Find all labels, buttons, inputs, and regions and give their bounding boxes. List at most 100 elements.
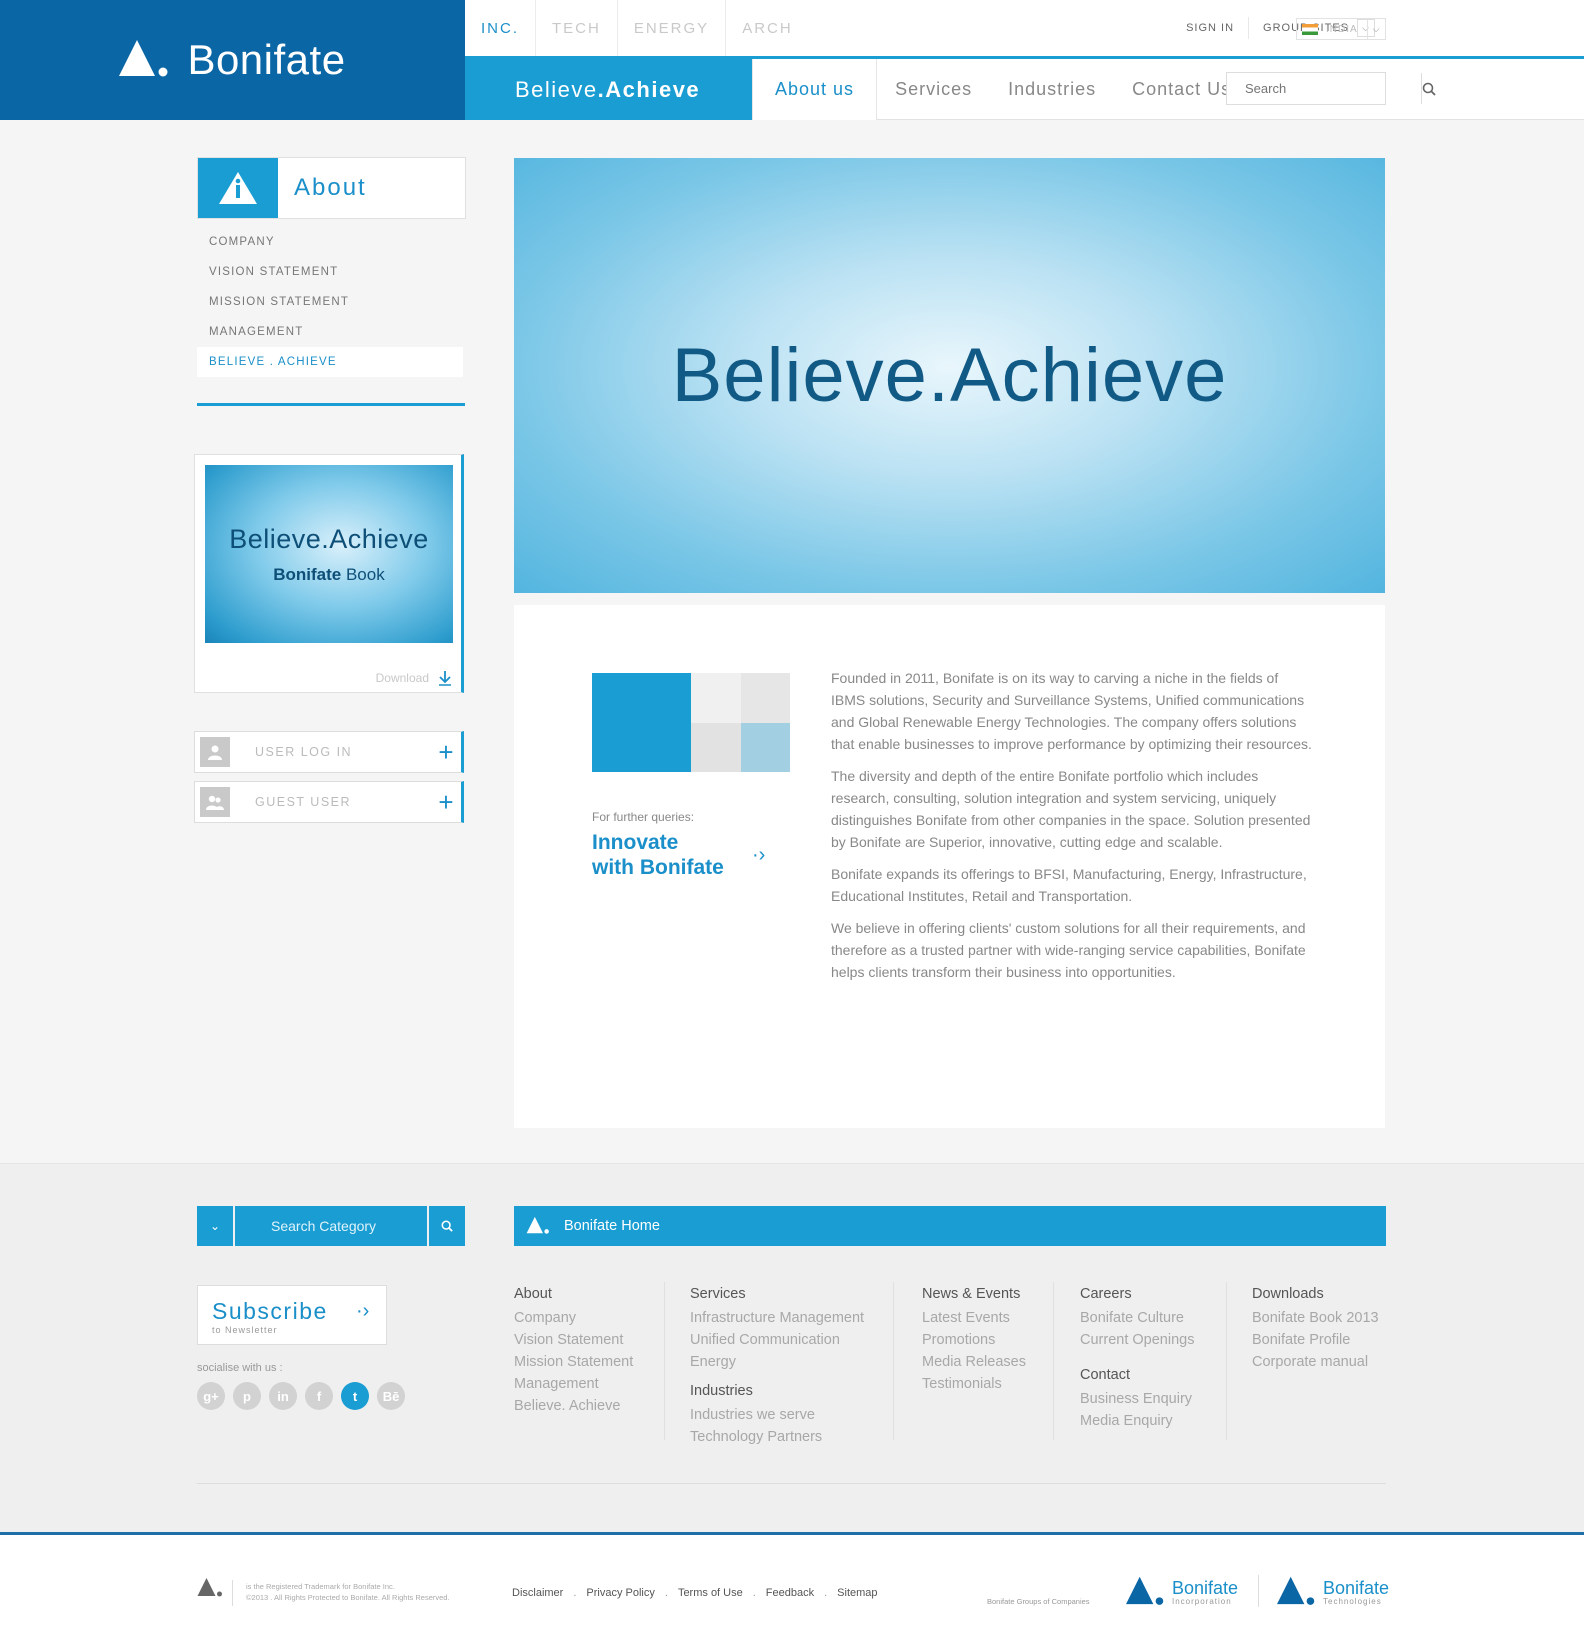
footer-heading: Careers [1080, 1286, 1132, 1302]
legal-line: is the Registered Trademark for Bonifate… [246, 1582, 395, 1591]
behance-icon[interactable]: Bē [377, 1382, 405, 1410]
book-subtitle: Bonifate Book [273, 565, 384, 585]
footer-col-about: About Company Vision Statement Mission S… [514, 1282, 633, 1417]
category-search-button[interactable] [429, 1206, 465, 1246]
category-search-input[interactable]: Search Category [235, 1206, 429, 1246]
hero-banner: Believe.Achieve [514, 158, 1385, 593]
paragraph: Founded in 2011, Bonifate is on its way … [831, 670, 1312, 752]
download-link[interactable]: Download [376, 670, 453, 686]
tab-tech[interactable]: TECH [536, 0, 618, 56]
cta-block[interactable]: For further queries: Innovate with Bonif… [592, 810, 765, 880]
search-input[interactable] [1227, 73, 1421, 104]
section-title: About [294, 174, 367, 201]
cta-line2: with Bonifate [592, 856, 724, 879]
book-card: Believe.Achieve Bonifate Book Download [194, 454, 464, 693]
subscribe-label: Subscribe [212, 1298, 328, 1324]
facebook-icon[interactable]: f [305, 1382, 333, 1410]
footer-divider [664, 1282, 665, 1440]
guest-user-button[interactable]: GUEST USER + [194, 781, 464, 823]
footer-link[interactable]: Latest Events [922, 1307, 1026, 1329]
nav-services[interactable]: Services [877, 59, 990, 120]
logo-triangle-icon [526, 1216, 549, 1234]
groups-label: Bonifate Groups of Companies [987, 1597, 1090, 1606]
brand-squares-graphic [592, 673, 790, 772]
tab-energy[interactable]: ENERGY [618, 0, 727, 56]
footer-link[interactable]: Promotions [922, 1329, 1026, 1351]
footer-link[interactable]: Vision Statement [514, 1329, 633, 1351]
footer-link[interactable]: Testimonials [922, 1373, 1026, 1395]
brand-technologies-logo[interactable]: Bonifate Technologies [1277, 1575, 1389, 1609]
logo-triangle-icon [197, 1578, 222, 1597]
arrow-right-icon: ·› [752, 844, 766, 866]
footer-link[interactable]: Believe. Achieve [514, 1395, 633, 1417]
sidebar-item-vision-statement[interactable]: VISION STATEMENT [197, 257, 463, 287]
cta-line1: Innovate [592, 831, 679, 854]
footer-link[interactable]: Industries we serve [690, 1404, 864, 1426]
user-login-button[interactable]: USER LOG IN + [194, 731, 464, 773]
footer-link[interactable]: Bonifate Culture [1080, 1307, 1194, 1329]
footer-link[interactable]: Management [514, 1373, 633, 1395]
brand-incorporation-logo[interactable]: Bonifate Incorporation [1126, 1575, 1238, 1609]
logo-triangle-icon [1277, 1576, 1315, 1605]
privacy-policy-link[interactable]: Privacy Policy [586, 1587, 654, 1599]
footer-link[interactable]: Current Openings [1080, 1329, 1194, 1351]
header-tagline: Believe. Achieve [465, 59, 752, 120]
sidebar-item-management[interactable]: MANAGEMENT [197, 317, 463, 347]
footer-link[interactable]: Bonifate Book 2013 [1252, 1307, 1379, 1329]
sidebar-item-believe-achieve[interactable]: BELIEVE . ACHIEVE [197, 347, 463, 377]
nav-industries[interactable]: Industries [990, 59, 1114, 120]
footer-link[interactable]: Technology Partners [690, 1426, 864, 1448]
home-link-bar[interactable]: Bonifate Home [514, 1206, 1386, 1246]
footer-link[interactable]: Corporate manual [1252, 1351, 1379, 1373]
book-subtitle-rest: Book [341, 564, 385, 584]
sign-in-link[interactable]: SIGN IN [1172, 17, 1250, 39]
pinterest-icon[interactable]: p [233, 1382, 261, 1410]
chevron-down-icon: ⌄ [209, 1219, 221, 1233]
feedback-link[interactable]: Feedback [766, 1587, 814, 1599]
sidebar-item-mission-statement[interactable]: MISSION STATEMENT [197, 287, 463, 317]
queries-label: For further queries: [592, 810, 695, 824]
footer-link[interactable]: Energy [690, 1351, 864, 1373]
footer-link[interactable]: Company [514, 1307, 633, 1329]
hero-text: Believe.Achieve [671, 333, 1228, 418]
book-cover[interactable]: Believe.Achieve Bonifate Book [205, 465, 453, 643]
footer-divider [893, 1282, 894, 1440]
footer-heading: Contact [1080, 1367, 1130, 1383]
footer-link[interactable]: Mission Statement [514, 1351, 633, 1373]
socialise-label: socialise with us : [197, 1362, 283, 1374]
category-dropdown-button[interactable]: ⌄ [197, 1206, 235, 1246]
footer-col-services: Services Infrastructure Management Unifi… [690, 1282, 864, 1448]
footer-link[interactable]: Infrastructure Management [690, 1307, 864, 1329]
footer-link[interactable]: Media Releases [922, 1351, 1026, 1373]
social-icons: g+ p in f t Bē [197, 1382, 405, 1410]
search-icon [441, 1220, 453, 1232]
subscribe-button[interactable]: Subscribe to Newsletter ·› [197, 1285, 387, 1345]
book-subtitle-bold: Bonifate [273, 564, 342, 584]
brand-sub: Technologies [1323, 1596, 1382, 1606]
search-button[interactable] [1421, 73, 1436, 104]
tagline-first: Believe [515, 76, 598, 102]
sidebar-item-company[interactable]: COMPANY [197, 227, 463, 257]
footer-link[interactable]: Unified Communication [690, 1329, 864, 1351]
terms-of-use-link[interactable]: Terms of Use [678, 1587, 743, 1599]
legal-links: Disclaimer. Privacy Policy. Terms of Use… [512, 1587, 878, 1599]
plus-icon: + [438, 737, 454, 767]
legal-text: is the Registered Trademark for Bonifate… [246, 1581, 450, 1603]
nav-about-us[interactable]: About us [752, 59, 878, 120]
tab-inc[interactable]: INC. [465, 0, 536, 56]
linkedin-icon[interactable]: in [269, 1382, 297, 1410]
country-selector[interactable]: INDIA ⌵ [1296, 18, 1386, 40]
google-plus-icon[interactable]: g+ [197, 1382, 225, 1410]
disclaimer-link[interactable]: Disclaimer [512, 1587, 563, 1599]
chevron-down-icon: ⌵ [1367, 19, 1385, 39]
tab-arch[interactable]: ARCH [726, 0, 809, 56]
category-search: ⌄ Search Category [197, 1206, 465, 1246]
twitter-icon[interactable]: t [341, 1382, 369, 1410]
footer-link[interactable]: Bonifate Profile [1252, 1329, 1379, 1351]
brand-name: Bonifate [187, 36, 346, 83]
sitemap-link[interactable]: Sitemap [837, 1587, 877, 1599]
footer-link[interactable]: Media Enquiry [1080, 1410, 1194, 1432]
footer-link[interactable]: Business Enquiry [1080, 1388, 1194, 1410]
footer-heading: Downloads [1252, 1286, 1324, 1302]
brand-logo[interactable]: Bonifate [0, 0, 465, 120]
